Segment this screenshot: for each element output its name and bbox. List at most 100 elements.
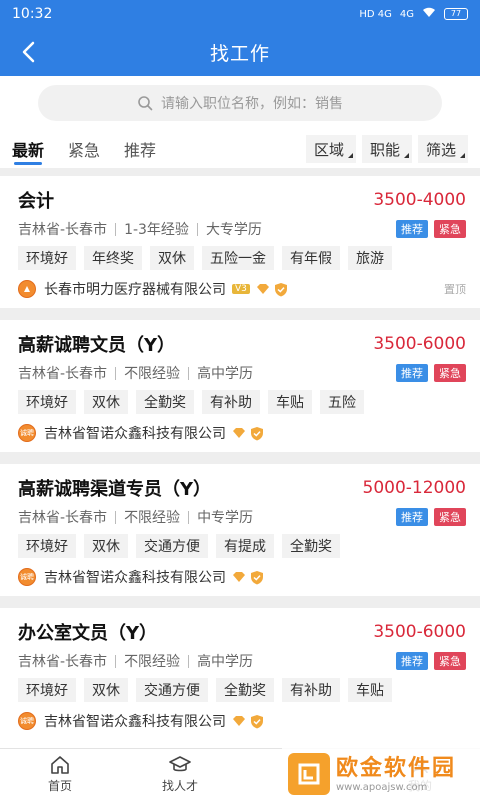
- company-logo: 诚聘: [18, 424, 36, 442]
- recommend-badge: 推荐: [396, 508, 428, 526]
- job-tag: 环境好: [18, 678, 76, 702]
- watermark-title: 欧金软件园: [336, 755, 457, 781]
- job-education: 高中学历: [197, 654, 254, 670]
- job-salary: 3500-4000: [373, 190, 466, 210]
- search-input[interactable]: 请输入职位名称，例如：销售: [38, 85, 442, 121]
- job-title: 高薪诚聘文员（Y）: [18, 335, 176, 356]
- job-location: 吉林省-长春市: [18, 366, 108, 382]
- tab-recommended[interactable]: 推荐: [124, 130, 156, 168]
- job-tag: 双休: [150, 246, 194, 270]
- urgent-badge: 紧急: [434, 508, 466, 526]
- diamond-icon: [233, 716, 245, 726]
- nav-item-talent[interactable]: 找人才: [120, 749, 240, 800]
- job-tags: 环境好 双休 全勤奖 有补助 车贴 五险: [18, 390, 466, 414]
- filter-group: 区域 职能 筛选: [305, 135, 468, 163]
- job-meta: 吉林省-长春市 不限经验 高中学历: [18, 363, 253, 383]
- graduation-cap-icon: [169, 756, 191, 772]
- status-icons: HD 4G 4G 77: [359, 7, 468, 21]
- job-education: 中专学历: [197, 510, 254, 526]
- job-tags: 环境好 年终奖 双休 五险一金 有年假 旅游: [18, 246, 466, 270]
- job-tag: 车贴: [268, 390, 312, 414]
- job-education: 高中学历: [197, 366, 254, 382]
- job-title: 高薪诚聘渠道专员（Y）: [18, 479, 212, 500]
- job-meta: 吉林省-长春市 不限经验 中专学历: [18, 507, 253, 527]
- search-placeholder: 请输入职位名称，例如：销售: [161, 96, 343, 112]
- company-name[interactable]: 吉林省智诺众鑫科技有限公司: [44, 567, 226, 587]
- job-tag: 五险: [320, 390, 364, 414]
- recommend-badge: 推荐: [396, 652, 428, 670]
- job-tag: 全勤奖: [216, 678, 274, 702]
- nav-item-home[interactable]: 首页: [0, 749, 120, 800]
- company-row: 诚聘 吉林省智诺众鑫科技有限公司: [18, 422, 466, 444]
- job-card[interactable]: 高薪诚聘文员（Y） 3500-6000 吉林省-长春市 不限经验 高中学历 推荐…: [0, 320, 480, 452]
- diamond-icon: [256, 284, 269, 294]
- job-tag: 双休: [84, 678, 128, 702]
- vip-badge: V3: [232, 284, 250, 294]
- watermark: 欧金软件园 www.apoajsw.com: [282, 748, 480, 800]
- signal-icon-2: 4G: [399, 8, 414, 20]
- tab-latest[interactable]: 最新: [12, 130, 44, 168]
- tab-urgent[interactable]: 紧急: [68, 130, 100, 168]
- job-tag: 环境好: [18, 246, 76, 270]
- job-tags: 环境好 双休 交通方便 全勤奖 有补助 车贴: [18, 678, 466, 702]
- company-name[interactable]: 长春市明力医疗器械有限公司: [44, 279, 226, 299]
- job-tag: 有补助: [202, 390, 260, 414]
- job-tag: 年终奖: [84, 246, 142, 270]
- job-tag: 车贴: [348, 678, 392, 702]
- job-experience: 不限经验: [124, 654, 181, 670]
- urgent-badge: 紧急: [434, 220, 466, 238]
- battery-icon: 77: [444, 8, 468, 20]
- page-title: 找工作: [209, 42, 270, 65]
- company-logo: 诚聘: [18, 712, 36, 730]
- watermark-url: www.apoajsw.com: [336, 781, 428, 793]
- job-tag: 有提成: [216, 534, 274, 558]
- urgent-badge: 紧急: [434, 364, 466, 382]
- job-salary: 3500-6000: [373, 622, 466, 642]
- job-tag: 交通方便: [136, 678, 208, 702]
- search-icon: [138, 96, 153, 111]
- job-tag: 环境好: [18, 534, 76, 558]
- job-location: 吉林省-长春市: [18, 222, 108, 238]
- job-experience: 不限经验: [124, 510, 181, 526]
- job-title: 办公室文员（Y）: [18, 623, 158, 644]
- search-area: 请输入职位名称，例如：销售: [0, 76, 480, 130]
- urgent-badge: 紧急: [434, 652, 466, 670]
- job-experience: 1-3年经验: [124, 222, 189, 238]
- job-meta: 吉林省-长春市 不限经验 高中学历: [18, 651, 253, 671]
- filter-region[interactable]: 区域: [305, 135, 356, 163]
- home-icon: [51, 756, 69, 774]
- company-logo: [18, 280, 36, 298]
- recommend-badge: 推荐: [396, 220, 428, 238]
- company-logo: 诚聘: [18, 568, 36, 586]
- signal-icon: HD 4G: [359, 8, 392, 20]
- job-card[interactable]: 办公室文员（Y） 3500-6000 吉林省-长春市 不限经验 高中学历 推荐 …: [0, 608, 480, 748]
- job-title: 会计: [18, 191, 54, 212]
- job-tags: 环境好 双休 交通方便 有提成 全勤奖: [18, 534, 466, 558]
- filter-more[interactable]: 筛选: [417, 135, 468, 163]
- job-tag: 双休: [84, 390, 128, 414]
- job-tag: 旅游: [348, 246, 392, 270]
- job-tag: 五险一金: [202, 246, 274, 270]
- job-tag: 双休: [84, 534, 128, 558]
- company-name[interactable]: 吉林省智诺众鑫科技有限公司: [44, 423, 226, 443]
- company-row: 诚聘 吉林省智诺众鑫科技有限公司: [18, 710, 466, 732]
- shield-icon: [274, 282, 287, 296]
- job-salary: 5000-12000: [362, 478, 466, 498]
- status-time: 10:32: [12, 6, 53, 22]
- job-tag: 交通方便: [136, 534, 208, 558]
- company-name[interactable]: 吉林省智诺众鑫科技有限公司: [44, 711, 226, 731]
- job-tag: 有补助: [282, 678, 340, 702]
- pinned-label: 置顶: [444, 283, 466, 296]
- filter-function[interactable]: 职能: [361, 135, 412, 163]
- job-tag: 全勤奖: [136, 390, 194, 414]
- job-card[interactable]: 会计 3500-4000 吉林省-长春市 1-3年经验 大专学历 推荐 紧急 环…: [0, 176, 480, 308]
- job-card[interactable]: 高薪诚聘渠道专员（Y） 5000-12000 吉林省-长春市 不限经验 中专学历…: [0, 464, 480, 596]
- shield-icon: [251, 426, 263, 440]
- shield-icon: [251, 714, 263, 728]
- back-button[interactable]: [14, 38, 42, 66]
- job-tag: 全勤奖: [282, 534, 340, 558]
- diamond-icon: [233, 572, 245, 582]
- tab-bar: 最新 紧急 推荐 区域 职能 筛选: [0, 130, 480, 168]
- wifi-icon: [422, 7, 436, 21]
- job-meta: 吉林省-长春市 1-3年经验 大专学历: [18, 219, 262, 239]
